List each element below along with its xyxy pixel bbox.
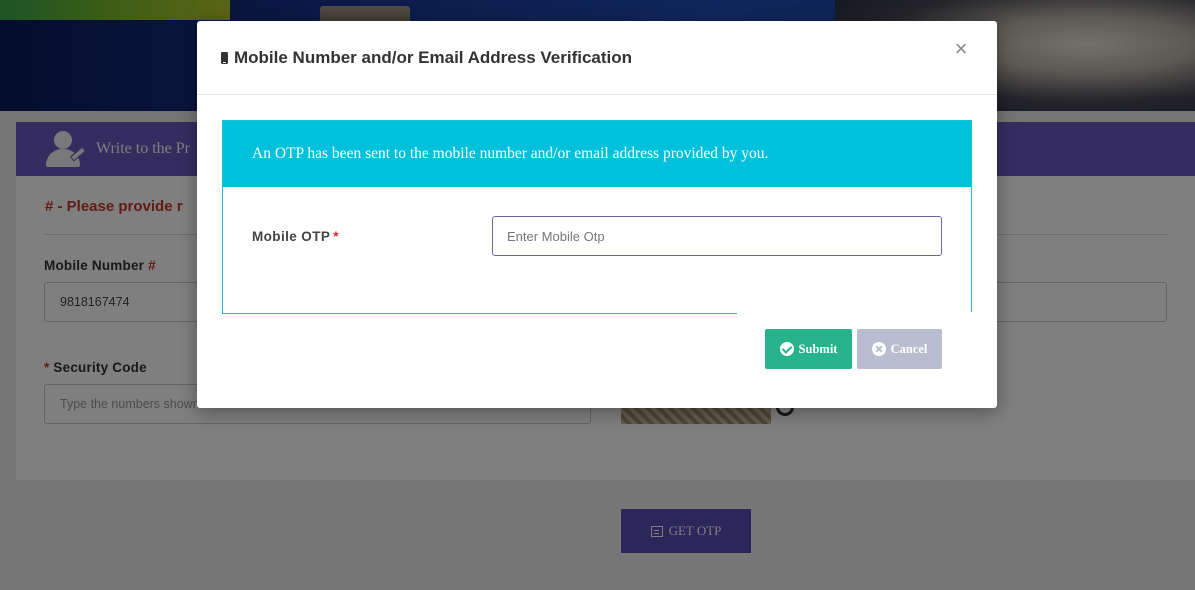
cancel-button[interactable]: Cancel: [857, 329, 942, 369]
otp-sent-alert: An OTP has been sent to the mobile numbe…: [223, 121, 971, 187]
required-marker: *: [333, 229, 339, 244]
check-circle-icon: [779, 342, 794, 356]
mobile-otp-label: Mobile OTP *: [252, 229, 339, 244]
close-circle-icon: [871, 342, 886, 356]
close-icon[interactable]: ×: [949, 37, 973, 61]
mobile-otp-input[interactable]: [492, 216, 942, 256]
otp-panel: An OTP has been sent to the mobile numbe…: [222, 120, 972, 314]
submit-button[interactable]: Submit: [765, 329, 852, 369]
verification-modal: Mobile Number and/or Email Address Verif…: [197, 21, 997, 408]
modal-title: Mobile Number and/or Email Address Verif…: [221, 48, 632, 68]
modal-header: Mobile Number and/or Email Address Verif…: [197, 21, 997, 95]
mobile-phone-icon: [221, 52, 228, 64]
